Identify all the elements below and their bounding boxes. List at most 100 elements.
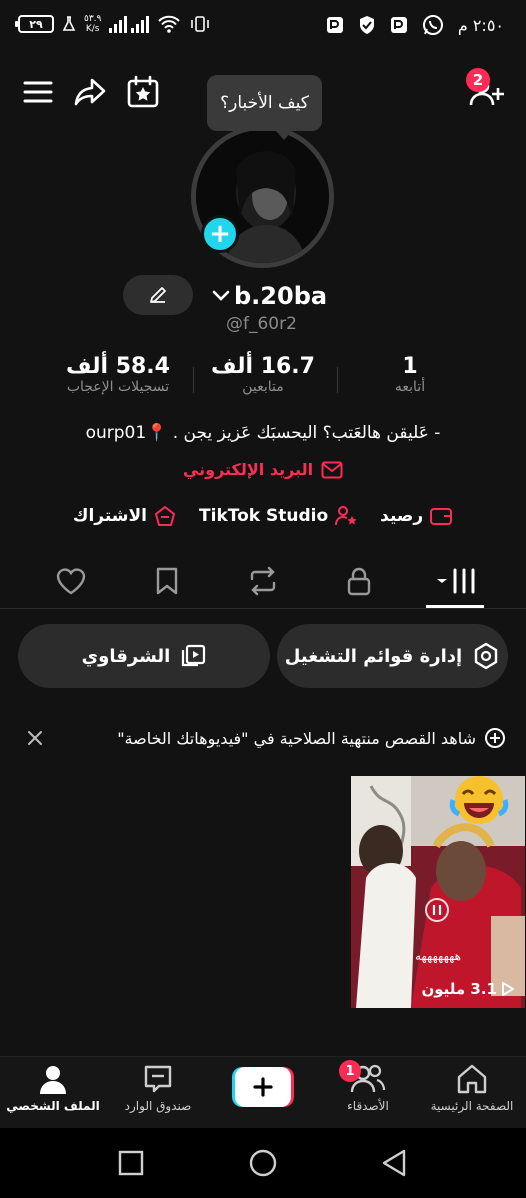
stat-divider [337,367,338,393]
active-tab-indicator [426,605,484,608]
account-switcher[interactable]: b.20ba [210,279,327,313]
vibrate-icon [191,16,210,32]
link-label: الاشتراك [72,506,148,526]
notice-link[interactable]: شاهد القصص منتهية الصلاحية في "فيديوهاتك… [117,727,506,749]
nav-label: الملف الشخصي [6,1099,100,1113]
subscription-link[interactable]: الاشتراك [73,505,177,527]
signal-icon [109,16,150,33]
flask-icon [62,16,76,31]
nav-inbox[interactable]: صندوق الوارد [106,1063,210,1125]
stat-following[interactable]: 1 أتابعه [365,354,455,395]
laughing-emoji-icon [449,776,509,828]
play-pause-icon [425,898,449,922]
manage-playlists-label: إدارة قوائم التشغيل [284,645,463,667]
clock: ٢:٥٠ م [457,15,504,35]
expired-stories-notice: شاهد القصص منتهية الصلاحية في "فيديوهاتك… [20,722,506,754]
balance-link[interactable]: رصيد [380,506,453,526]
bottom-navigation: الصفحة الرئيسية الأصدقاء 1 صندوق الوارد … [0,1056,526,1128]
chevron-down-icon [212,290,230,301]
friends-badge-count: 1 [345,1063,355,1079]
close-notice-button[interactable] [20,723,50,753]
tab-private[interactable] [334,561,384,601]
stat-label: متابعين [242,379,284,395]
tiktok-studio-link[interactable]: TikTok Studio [199,505,358,527]
email-label: البريد الإلكتروني [182,460,314,479]
tab-liked[interactable] [46,561,96,601]
add-story-button[interactable]: + [201,215,239,253]
status-bubble[interactable]: كيف الأخبار؟ [207,75,322,131]
stat-likes[interactable]: 58.4 ألف تسجيلات الإعجاب [48,354,188,395]
nav-label: الأصدقاء [347,1099,389,1113]
back-button[interactable] [380,1148,408,1178]
speed-unit: K/s [85,24,100,34]
bio-text: - عَليقن هالعَتب؟ اليحسبَك عَزيز يجن . 📍… [85,423,441,443]
lock-icon [347,567,371,596]
create-plus-icon [253,1077,273,1097]
repost-icon [250,566,276,596]
back-triangle-icon [382,1149,406,1177]
stat-value: 16.7 ألف [211,354,315,379]
playlist-name: الشرقاوي [81,645,171,667]
menu-icon[interactable] [16,70,60,114]
bubble-text: كيف الأخبار؟ [220,93,309,113]
recents-button[interactable] [118,1150,144,1176]
battery-icon: ٢٩ [15,15,54,33]
link-label: TikTok Studio [199,506,329,526]
network-speed: ٥٣.٩ K/s [84,14,101,34]
notification-badge: 2 [466,68,490,92]
wifi-icon [158,15,181,33]
inbox-icon [144,1065,172,1093]
view-count: 3.1 مليون [421,980,515,998]
create-button[interactable] [232,1067,294,1107]
stat-value: 58.4 ألف [66,354,170,379]
bookmark-icon [156,567,178,595]
pencil-icon [150,287,166,303]
manage-playlists-button[interactable]: إدارة قوائم التشغيل [277,624,508,688]
wallet-icon [429,506,453,526]
add-circle-icon [485,728,505,748]
nav-friends[interactable]: الأصدقاء [316,1063,420,1125]
email-link[interactable]: البريد الإلكتروني [0,460,526,479]
nav-home[interactable]: الصفحة الرئيسية [420,1063,524,1125]
edit-profile-button[interactable] [123,275,193,315]
tab-saved[interactable] [142,561,192,601]
home-icon [457,1064,487,1094]
notice-text: شاهد القصص منتهية الصلاحية في "فيديوهاتك… [117,728,476,748]
stat-value: 1 [402,354,418,379]
calendar-star-icon[interactable] [121,70,165,114]
video-thumbnail[interactable]: هههههههه 3.1 مليون [351,776,525,1008]
videos-grid-icon [437,568,475,594]
home-system-button[interactable] [248,1148,278,1178]
playlist-icon [182,644,206,667]
system-navigation-bar [0,1128,526,1198]
profile-icon [40,1066,66,1094]
view-count-text: 3.1 مليون [421,980,497,998]
circle-icon [249,1149,277,1177]
app-notification-icon [326,17,343,33]
creator-icon [334,505,358,527]
stat-label: أتابعه [394,379,426,395]
play-outline-icon [502,982,514,996]
nav-label: صندوق الوارد [124,1099,192,1113]
settings-icon [474,642,498,670]
shield-icon [359,16,374,34]
notification-count: 2 [472,71,484,89]
bubble-tail [276,131,292,140]
username: b.20ba [234,282,328,310]
content-tabs [0,553,526,609]
speed-value: ٥٣.٩ [84,14,102,24]
tab-videos[interactable] [428,561,484,601]
nav-profile[interactable]: الملف الشخصي [1,1063,105,1125]
playlist-button[interactable]: الشرقاوي [18,624,270,688]
stat-followers[interactable]: 16.7 ألف متابعين [208,354,318,395]
stat-divider [193,367,194,393]
heart-icon [56,568,86,595]
video-caption: هههههههه [415,949,461,963]
subscription-icon [153,505,177,527]
share-icon[interactable] [68,70,112,114]
friends-badge: 1 [339,1060,361,1082]
close-icon [28,731,42,745]
stat-label: تسجيلات الإعجاب [66,379,170,395]
battery-level: ٢٩ [29,17,43,31]
tab-reposts[interactable] [238,561,288,601]
